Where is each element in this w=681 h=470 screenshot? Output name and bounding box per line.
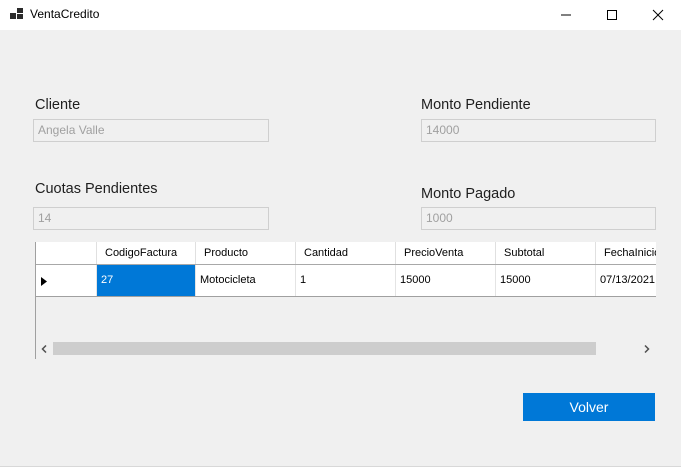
cell-subtotal[interactable]: 15000 (496, 265, 596, 296)
scroll-right-button[interactable] (639, 340, 656, 357)
grid-header: CodigoFactura Producto Cantidad PrecioVe… (36, 242, 656, 265)
close-button[interactable] (635, 0, 681, 30)
venta-credito-window: VentaCredito Cliente Angela Valle Monto … (0, 0, 681, 467)
cell-producto[interactable]: Motocicleta (196, 265, 296, 296)
column-header-producto[interactable]: Producto (196, 242, 296, 264)
title-bar[interactable]: VentaCredito (0, 0, 681, 30)
maximize-button[interactable] (589, 0, 635, 30)
volver-button[interactable]: Volver (523, 393, 655, 421)
monto-pendiente-label: Monto Pendiente (421, 97, 531, 113)
window-title: VentaCredito (30, 7, 100, 21)
horizontal-scrollbar[interactable] (36, 340, 656, 357)
current-row-icon (41, 277, 47, 286)
column-header-codigo-factura[interactable]: CodigoFactura (97, 242, 196, 264)
row-header[interactable] (36, 265, 97, 296)
monto-pagado-field[interactable]: 1000 (421, 207, 656, 230)
cell-precio-venta[interactable]: 15000 (396, 265, 496, 296)
data-grid[interactable]: CodigoFactura Producto Cantidad PrecioVe… (35, 242, 656, 359)
table-row[interactable]: 27 Motocicleta 1 15000 15000 07/13/2021 (36, 265, 656, 297)
cliente-field[interactable]: Angela Valle (33, 119, 269, 142)
monto-pagado-label: Monto Pagado (421, 186, 516, 202)
app-icon (10, 8, 24, 22)
cliente-label: Cliente (35, 97, 81, 113)
scroll-thumb[interactable] (53, 342, 596, 355)
minimize-icon (561, 14, 571, 16)
column-header-subtotal[interactable]: Subtotal (496, 242, 596, 264)
minimize-button[interactable] (543, 0, 589, 30)
column-header-fecha-inicio[interactable]: FechaInicio (596, 242, 656, 264)
maximize-icon (607, 10, 617, 20)
chevron-left-icon (41, 345, 47, 353)
cell-cantidad[interactable]: 1 (296, 265, 396, 296)
monto-pendiente-field[interactable]: 14000 (421, 119, 656, 142)
chevron-right-icon (644, 345, 650, 353)
column-header-cantidad[interactable]: Cantidad (296, 242, 396, 264)
close-icon (652, 9, 664, 21)
row-header-corner[interactable] (36, 242, 97, 264)
column-header-precio-venta[interactable]: PrecioVenta (396, 242, 496, 264)
cell-codigo-factura[interactable]: 27 (97, 265, 196, 296)
cuotas-pendientes-field[interactable]: 14 (33, 207, 269, 230)
cell-fecha-inicio[interactable]: 07/13/2021 (596, 265, 656, 296)
scroll-left-button[interactable] (36, 340, 53, 357)
cuotas-pendientes-label: Cuotas Pendientes (35, 181, 158, 197)
